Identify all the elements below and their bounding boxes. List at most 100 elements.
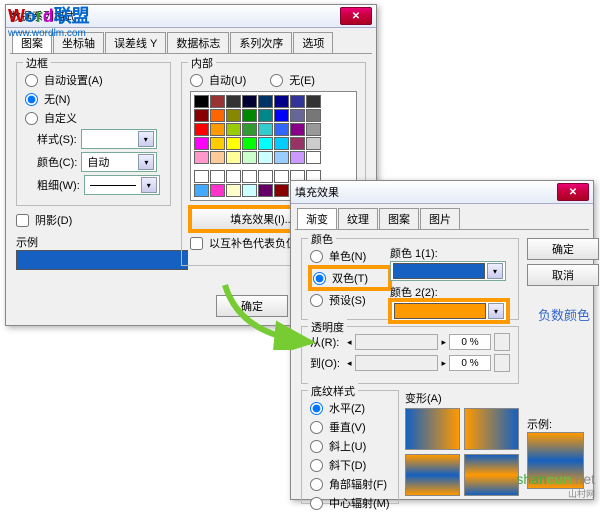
tab-error[interactable]: 误差线 Y [105, 32, 166, 53]
stepper-icon[interactable] [494, 333, 510, 351]
color-swatch[interactable] [274, 137, 289, 150]
from-slider[interactable] [355, 334, 439, 350]
color-swatch[interactable] [194, 109, 209, 122]
color-swatch[interactable] [290, 95, 305, 108]
border-auto-radio[interactable] [25, 74, 38, 87]
color-swatch[interactable] [274, 151, 289, 164]
color-swatch[interactable] [194, 170, 209, 183]
color-swatch[interactable] [226, 137, 241, 150]
ok-button[interactable]: 确定 [527, 238, 599, 260]
style-select[interactable]: ▾ [81, 129, 157, 149]
shadow-check[interactable] [16, 214, 29, 227]
tab-texture[interactable]: 纹理 [338, 208, 378, 229]
color-swatch[interactable] [306, 151, 321, 164]
color-swatch[interactable] [258, 184, 273, 197]
color-swatch[interactable] [242, 137, 257, 150]
border-custom-radio[interactable] [25, 112, 38, 125]
ok-button[interactable]: 确定 [216, 295, 288, 317]
color-swatch[interactable] [194, 184, 209, 197]
double-radio[interactable] [313, 272, 326, 285]
to-slider[interactable] [355, 355, 439, 371]
preset-radio[interactable] [310, 294, 323, 307]
color-swatch[interactable] [274, 95, 289, 108]
color-swatch[interactable] [258, 151, 273, 164]
color-swatch[interactable] [306, 137, 321, 150]
color-swatch[interactable] [258, 123, 273, 136]
tab-picture[interactable]: 图片 [420, 208, 460, 229]
color-swatch[interactable] [290, 123, 305, 136]
color-swatch[interactable] [258, 109, 273, 122]
color-swatch[interactable] [194, 95, 209, 108]
color-select[interactable]: 自动▾ [81, 152, 157, 172]
color-swatch[interactable] [242, 170, 257, 183]
color-swatch[interactable] [274, 109, 289, 122]
from-value[interactable]: 0 % [449, 334, 491, 350]
color-swatch[interactable] [210, 123, 225, 136]
color-swatch[interactable] [242, 109, 257, 122]
color-swatch[interactable] [226, 109, 241, 122]
style-v-radio[interactable] [310, 421, 323, 434]
cancel-button[interactable]: 取消 [527, 264, 599, 286]
style-dd-radio[interactable] [310, 459, 323, 472]
color-swatch[interactable] [290, 109, 305, 122]
color-swatch[interactable] [210, 184, 225, 197]
color-swatch[interactable] [290, 151, 305, 164]
titlebar[interactable]: 填充效果 ✕ [291, 181, 593, 204]
color-swatch[interactable] [242, 95, 257, 108]
color-swatch[interactable] [210, 95, 225, 108]
close-icon[interactable]: ✕ [340, 7, 372, 25]
color-swatch[interactable] [258, 95, 273, 108]
color-swatch[interactable] [242, 123, 257, 136]
color-swatch[interactable] [274, 184, 289, 197]
color-swatch[interactable] [210, 109, 225, 122]
variant-2[interactable] [464, 408, 519, 450]
color-swatch[interactable] [194, 137, 209, 150]
color-swatch[interactable] [226, 151, 241, 164]
border-group: 边框 自动设置(A) 无(N) 自定义 样式(S):▾ 颜色(C):自动▾ 粗细… [16, 62, 171, 206]
color-swatch[interactable] [194, 123, 209, 136]
single-radio[interactable] [310, 250, 323, 263]
variant-4[interactable] [464, 454, 519, 496]
color-swatch[interactable] [274, 123, 289, 136]
chevron-down-icon: ▾ [488, 303, 504, 319]
color-swatch[interactable] [226, 170, 241, 183]
tab-labels[interactable]: 数据标志 [167, 32, 229, 53]
color-swatch[interactable] [210, 151, 225, 164]
color-swatch[interactable] [210, 137, 225, 150]
color-swatch[interactable] [242, 151, 257, 164]
color-swatch[interactable] [306, 95, 321, 108]
to-value[interactable]: 0 % [449, 355, 491, 371]
style-h-radio[interactable] [310, 402, 323, 415]
invert-check[interactable] [190, 237, 203, 250]
border-none-radio[interactable] [25, 93, 38, 106]
tab-order[interactable]: 系列次序 [230, 32, 292, 53]
variant-1[interactable] [405, 408, 460, 450]
color2-select[interactable]: ▾ [390, 300, 508, 322]
style-fm-radio[interactable] [310, 497, 323, 510]
style-du-radio[interactable] [310, 440, 323, 453]
color-swatch[interactable] [290, 137, 305, 150]
stepper-icon[interactable] [494, 354, 510, 372]
color-swatch[interactable] [210, 170, 225, 183]
color-swatch[interactable] [226, 123, 241, 136]
weight-select[interactable]: ▾ [84, 175, 160, 195]
tab-options[interactable]: 选项 [293, 32, 333, 53]
color-swatch[interactable] [258, 170, 273, 183]
inner-auto-radio[interactable] [190, 74, 203, 87]
color-swatch[interactable] [306, 123, 321, 136]
color-swatch[interactable] [226, 184, 241, 197]
color-swatch[interactable] [258, 137, 273, 150]
color-swatch[interactable] [274, 170, 289, 183]
tab-pattern[interactable]: 图案 [379, 208, 419, 229]
color-swatch[interactable] [194, 151, 209, 164]
tab-gradient[interactable]: 渐变 [297, 208, 337, 229]
close-icon[interactable]: ✕ [557, 183, 589, 201]
color1-select[interactable]: ▾ [390, 261, 506, 281]
inner-none-radio[interactable] [270, 74, 283, 87]
variant-3[interactable] [405, 454, 460, 496]
color-swatch[interactable] [226, 95, 241, 108]
style-fc-radio[interactable] [310, 478, 323, 491]
color-swatch[interactable] [306, 109, 321, 122]
logo-overlay: Word联盟 www.wordlm.com [8, 2, 90, 39]
color-swatch[interactable] [242, 184, 257, 197]
